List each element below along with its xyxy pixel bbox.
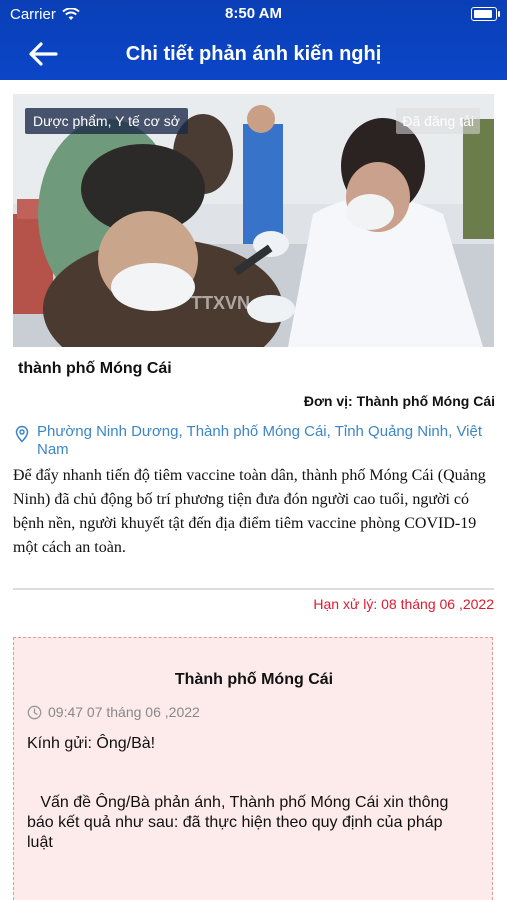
status-bar: Carrier 8:50 AM	[0, 0, 507, 28]
photo-watermark: TTXVN	[191, 293, 250, 313]
page-title: Chi tiết phản ánh kiến nghị	[125, 43, 382, 65]
response-time-text: 09:47 07 tháng 06 ,2022	[48, 704, 200, 720]
address[interactable]: Phường Ninh Dương, Thành phố Móng Cái, T…	[13, 423, 503, 459]
clock-icon	[27, 705, 42, 719]
report-title: thành phố Móng Cái	[18, 360, 172, 377]
battery-icon	[471, 7, 500, 21]
deadline-label: Hạn xử lý: 08 tháng 06 ,2022	[313, 596, 494, 612]
response-timestamp: 09:47 07 tháng 06 ,2022	[27, 704, 200, 720]
status-time: 8:50 AM	[225, 5, 282, 22]
divider	[13, 588, 494, 590]
report-description: Để đẩy nhanh tiến độ tiêm vaccine toàn d…	[13, 467, 486, 556]
unit-label: Đơn vị: Thành phố Móng Cái	[303, 393, 495, 409]
status-badge: Đã đăng tải	[396, 108, 480, 134]
location-pin-icon	[15, 425, 29, 443]
response-body: Vấn đề Ông/Bà phản ánh, Thành phố Móng C…	[27, 794, 453, 851]
address-text: Phường Ninh Dương, Thành phố Móng Cái, T…	[37, 423, 483, 458]
nav-bar: Chi tiết phản ánh kiến nghị	[0, 34, 507, 74]
response-greeting: Kính gửi: Ông/Bà!	[27, 735, 156, 752]
response-title: Thành phố Móng Cái	[174, 671, 334, 688]
response-card: Thành phố Móng Cái 09:47 07 tháng 06 ,20…	[13, 637, 493, 900]
category-badge: Dược phẩm, Y tế cơ sở	[25, 108, 188, 134]
report-photo[interactable]: TTXVN Dược phẩm, Y tế cơ sở Đã đăng tải	[13, 94, 494, 347]
app-header: Carrier 8:50 AM Chi tiết phản ánh kiến n…	[0, 0, 507, 80]
